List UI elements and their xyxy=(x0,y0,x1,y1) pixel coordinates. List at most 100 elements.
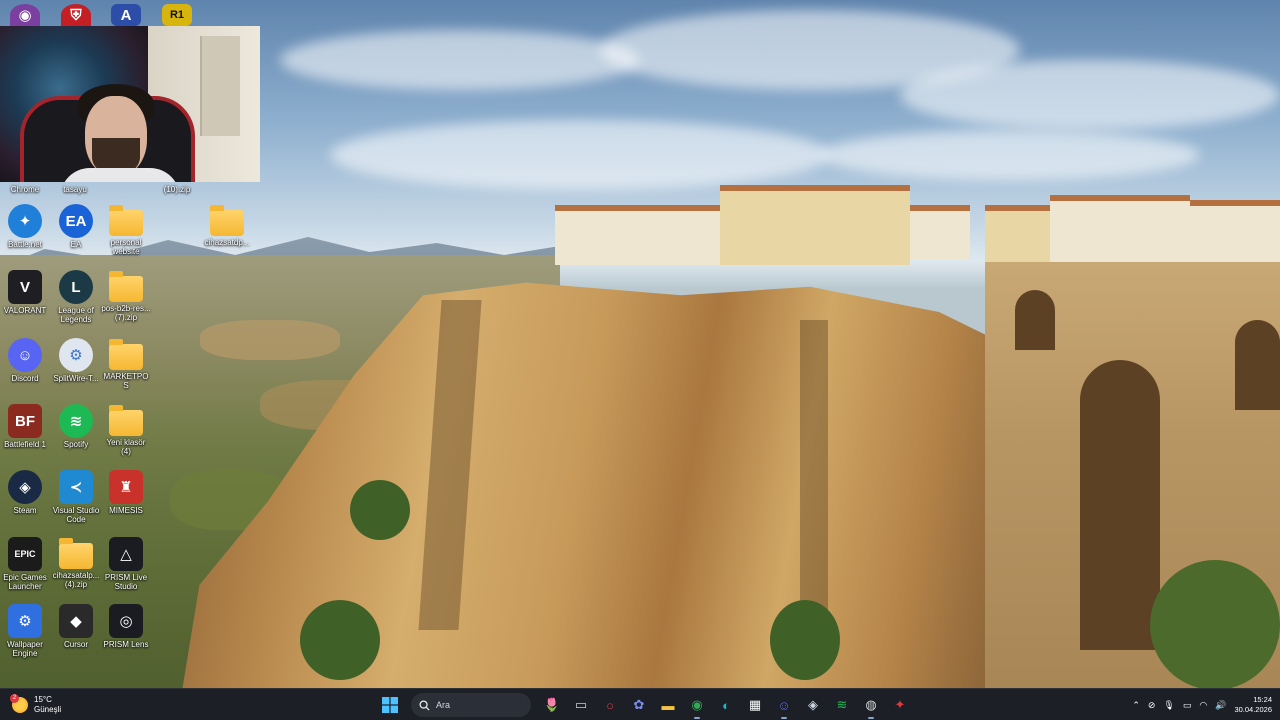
zip-folder-icon[interactable]: cihazsatalp... (4).zip xyxy=(51,537,101,589)
altium-glyph: A xyxy=(111,4,141,26)
folder-glyph xyxy=(210,205,244,236)
folder-icon[interactable]: personal website xyxy=(101,204,151,256)
league-icon[interactable]: L League of Legends xyxy=(51,270,101,324)
wallpaper-engine-icon[interactable]: ⚙ Wallpaper Engine xyxy=(0,604,50,658)
github-desktop-icon[interactable]: ◉ xyxy=(0,4,50,26)
steam-icon[interactable]: ◈ Steam xyxy=(0,470,50,515)
taskbar-chrome-button[interactable]: ◉ xyxy=(685,693,709,719)
search-icon xyxy=(419,699,430,711)
zip-folder-icon[interactable]: pos-b2b-res... (7).zip xyxy=(101,270,151,322)
splitwire-glyph: ⚙ xyxy=(59,338,93,372)
chevron-up-icon[interactable]: ⌃ xyxy=(1132,700,1140,711)
file-explorer-mini-icon: ▭ xyxy=(574,697,588,712)
volume-icon[interactable]: 🔊 xyxy=(1215,700,1226,711)
epic-games-icon[interactable]: EPIC Epic Games Launcher xyxy=(0,537,50,591)
valorant-glyph: V xyxy=(8,270,42,304)
desktop-icon-label: Epic Games Launcher xyxy=(3,573,47,591)
mcd-launcher-icon[interactable]: ⛨ xyxy=(51,4,101,26)
taskbar-file-explorer-mini-button[interactable]: ▭ xyxy=(569,693,593,717)
weather-temperature: 15°C xyxy=(34,695,52,704)
wallpaper-engine-glyph: ⚙ xyxy=(8,604,42,638)
league-glyph: L xyxy=(59,270,93,304)
sun-icon: 2 xyxy=(10,694,28,713)
github-desktop-glyph: ◉ xyxy=(10,4,40,26)
spotify-icon[interactable]: ≋ Spotify xyxy=(51,404,101,449)
weather-condition: Güneşli xyxy=(34,705,62,714)
valorant-icon[interactable]: V VALORANT xyxy=(0,270,50,315)
desktop-icon-label: Battle.net xyxy=(8,240,42,249)
spotify-icon: ≋ xyxy=(836,697,848,712)
taskbar-widgets-button[interactable]: 🌷 xyxy=(540,693,564,717)
ea-icon[interactable]: EA EA xyxy=(51,204,101,249)
r1-icon[interactable]: R1 xyxy=(152,4,202,26)
splitwire-icon[interactable]: ⚙ SplitWire-T... xyxy=(51,338,101,383)
folder-glyph xyxy=(59,538,93,569)
desktop-icon-label: League of Legends xyxy=(58,306,94,324)
prism-lens-icon[interactable]: ◎ PRISM Lens xyxy=(101,604,151,649)
battlefield-glyph: BF xyxy=(8,404,42,438)
discord-icon[interactable]: ☺ Discord xyxy=(0,338,50,383)
taskbar-steam-button[interactable]: ◈ xyxy=(801,693,825,717)
taskbar-clock[interactable]: 15:24 30.04.2026 xyxy=(1234,695,1272,715)
folder-glyph xyxy=(109,271,143,302)
altium-icon[interactable]: A xyxy=(101,4,151,26)
copilot-icon: ✿ xyxy=(633,697,645,712)
webcam-person-shirt xyxy=(60,168,180,182)
folder-icon[interactable]: Yeni klasör (4) xyxy=(101,404,151,456)
edge-icon: ◐ xyxy=(722,697,730,713)
taskbar-spotify-button[interactable]: ≋ xyxy=(830,693,854,717)
microphone-icon[interactable]: 🎙 xyxy=(1163,700,1174,711)
taskbar-app-red-button[interactable]: ✦ xyxy=(888,693,912,717)
desktop-icon-label: MARKETPOS xyxy=(103,372,149,390)
vscode-icon[interactable]: ≺ Visual Studio Code xyxy=(51,470,101,524)
desktop-icon-label: Discord xyxy=(11,374,39,383)
desktop-icon-label: Wallpaper Engine xyxy=(7,640,43,658)
wifi-icon[interactable]: ◠ xyxy=(1199,700,1207,711)
taskbar-file-explorer-button[interactable]: ▬ xyxy=(656,693,680,717)
desktop-icon-label: cihazsatdp... xyxy=(204,238,250,247)
clock-date: 30.04.2026 xyxy=(1234,705,1272,714)
windows-logo-icon xyxy=(382,697,398,713)
desktop-icon-label: PRISM Live Studio xyxy=(104,573,148,591)
folder-icon[interactable]: MARKETPOS xyxy=(101,338,151,390)
desktop-icon-label: Battlefield 1 xyxy=(4,440,46,449)
display-icon[interactable]: ▭ xyxy=(1183,700,1192,711)
cursor-icon[interactable]: ◆ Cursor xyxy=(51,604,101,649)
webcam-background-door xyxy=(200,36,240,136)
taskbar-discord-button[interactable]: ☺ xyxy=(772,693,796,719)
prism-live-icon[interactable]: △ PRISM Live Studio xyxy=(101,537,151,591)
battlenet-glyph: ✦ xyxy=(8,204,42,238)
cursor-glyph: ◆ xyxy=(59,604,93,638)
taskbar-store-button[interactable]: ▦ xyxy=(743,693,767,717)
discord-glyph: ☺ xyxy=(8,338,42,372)
start-button[interactable] xyxy=(378,693,402,717)
system-tray: ⌃ ⊘ 🎙 ▭ ◠ 🔊 15:24 30.04.2026 xyxy=(1132,693,1272,717)
mimesis-glyph: ♜ xyxy=(109,470,143,504)
weather-widget[interactable]: 2 15°C Güneşli xyxy=(10,693,62,717)
desktop-icon-label: tasayu xyxy=(63,185,87,194)
folder-glyph xyxy=(109,339,143,370)
taskbar-copilot-button[interactable]: ✿ xyxy=(627,693,651,717)
r1-glyph: R1 xyxy=(162,4,192,26)
battlenet-icon[interactable]: ✦ Battle.net xyxy=(0,204,50,249)
steam-glyph: ◈ xyxy=(8,470,42,504)
opera-icon: ○ xyxy=(606,697,614,713)
search-placeholder: Ara xyxy=(436,700,451,710)
taskbar-search-box[interactable]: Ara xyxy=(411,693,531,717)
webcam-overlay xyxy=(0,26,260,182)
steam-icon: ◈ xyxy=(808,697,818,712)
epic-games-glyph: EPIC xyxy=(8,537,42,571)
taskbar-obs-button[interactable]: ◍ xyxy=(859,693,883,719)
desktop-icon-label: Steam xyxy=(13,506,37,515)
desktop-icon-label: Yeni klasör (4) xyxy=(106,438,146,456)
taskbar-opera-button[interactable]: ○ xyxy=(598,693,622,717)
network-off-icon[interactable]: ⊘ xyxy=(1148,700,1156,711)
desktop-icon-label: SplitWire-T... xyxy=(53,374,99,383)
mimesis-icon[interactable]: ♜ MIMESIS xyxy=(101,470,151,515)
folder-icon[interactable]: cihazsatdp... xyxy=(202,204,252,247)
desktop-icon-label: MIMESIS xyxy=(109,506,143,515)
taskbar-edge-button[interactable]: ◐ xyxy=(714,693,738,717)
store-icon: ▦ xyxy=(748,697,762,712)
battlefield-icon[interactable]: BF Battlefield 1 xyxy=(0,404,50,449)
discord-icon: ☺ xyxy=(777,697,791,713)
